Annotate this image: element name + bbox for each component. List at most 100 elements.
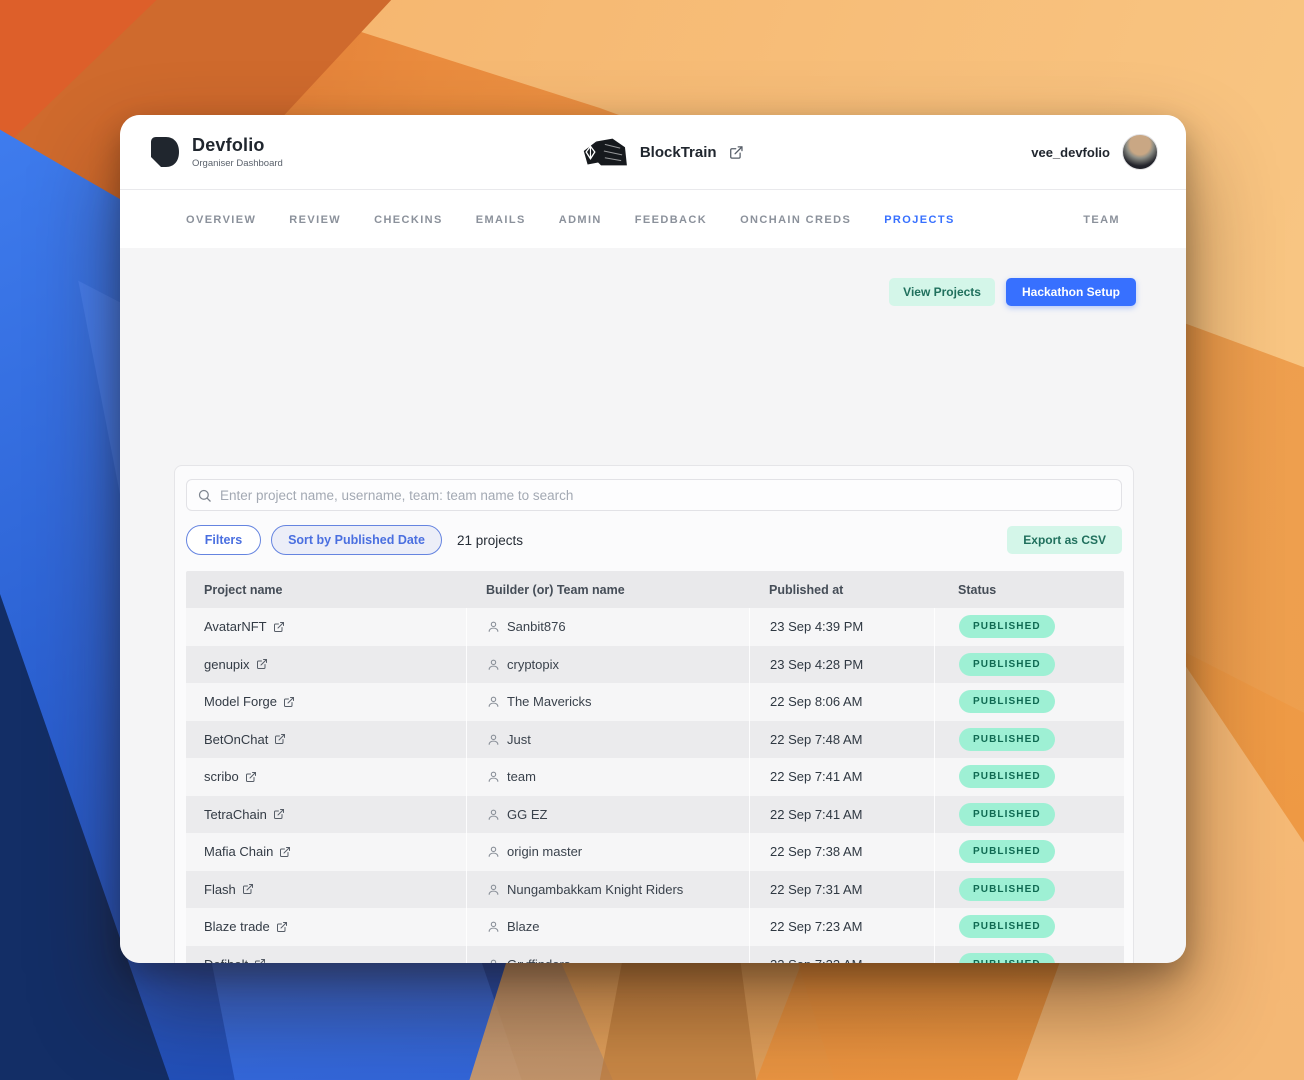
hackathon-logo-icon xyxy=(582,136,628,168)
tab-review[interactable]: REVIEW xyxy=(289,214,341,226)
projects-panel: Filters Sort by Published Date 21 projec… xyxy=(174,465,1134,963)
external-link-icon[interactable] xyxy=(279,846,291,858)
col-header-project: Project name xyxy=(204,582,283,597)
external-link-icon[interactable] xyxy=(242,883,254,895)
export-csv-button[interactable]: Export as CSV xyxy=(1007,526,1122,554)
project-name-link[interactable]: AvatarNFT xyxy=(204,619,267,634)
table-row[interactable]: genupix cryptopix 23 Sep 4:28 PM PUBLISH… xyxy=(186,645,1124,683)
status-badge: PUBLISHED xyxy=(959,615,1055,639)
page-actions: View Projects Hackathon Setup xyxy=(889,278,1136,306)
tab-onchain-creds[interactable]: ONCHAIN CREDS xyxy=(740,214,851,226)
filters-button[interactable]: Filters xyxy=(186,525,261,555)
user-menu[interactable]: vee_devfolio xyxy=(1031,134,1158,170)
project-name-link[interactable]: Mafia Chain xyxy=(204,844,273,859)
published-at: 22 Sep 7:38 AM xyxy=(770,844,863,860)
app-window: Devfolio Organiser Dashboard BlockTrain … xyxy=(120,115,1186,963)
table-row[interactable]: AvatarNFT Sanbit876 23 Sep 4:39 PM PUBLI… xyxy=(186,608,1124,646)
external-link-icon[interactable] xyxy=(254,958,266,963)
published-at: 22 Sep 7:41 AM xyxy=(770,769,863,785)
external-link-icon[interactable] xyxy=(283,696,295,708)
project-name-link[interactable]: Defibolt xyxy=(204,957,248,963)
status-badge: PUBLISHED xyxy=(959,952,1055,963)
table-row[interactable]: Mafia Chain origin master 22 Sep 7:38 AM… xyxy=(186,833,1124,871)
builder-name: The Mavericks xyxy=(507,694,592,710)
status-badge: PUBLISHED xyxy=(959,877,1055,901)
person-icon xyxy=(487,883,500,896)
person-icon xyxy=(487,733,500,746)
person-icon xyxy=(487,658,500,671)
col-header-builder: Builder (or) Team name xyxy=(486,582,625,597)
published-at: 23 Sep 4:39 PM xyxy=(770,619,864,635)
person-icon xyxy=(487,620,500,633)
published-at: 23 Sep 4:28 PM xyxy=(770,656,864,672)
table-row[interactable]: TetraChain GG EZ 22 Sep 7:41 AM PUBLISHE… xyxy=(186,795,1124,833)
col-header-published: Published at xyxy=(769,582,844,597)
external-link-icon[interactable] xyxy=(256,658,268,670)
table-row[interactable]: scribo team 22 Sep 7:41 AM PUBLISHED xyxy=(186,758,1124,796)
published-at: 22 Sep 7:48 AM xyxy=(770,731,863,747)
tab-projects[interactable]: PROJECTS xyxy=(884,214,955,226)
published-at: 22 Sep 7:23 AM xyxy=(770,957,863,963)
builder-name: origin master xyxy=(507,844,583,860)
tab-feedback[interactable]: FEEDBACK xyxy=(635,214,707,226)
filters-row: Filters Sort by Published Date 21 projec… xyxy=(186,525,1122,555)
project-name-link[interactable]: Blaze trade xyxy=(204,919,270,934)
project-name-link[interactable]: BetOnChat xyxy=(204,732,268,747)
external-link-icon[interactable] xyxy=(274,733,286,745)
search-input[interactable] xyxy=(220,487,1111,503)
hackathon-external-link-icon[interactable] xyxy=(729,145,744,160)
avatar[interactable] xyxy=(1122,134,1158,170)
status-badge: PUBLISHED xyxy=(959,840,1055,864)
project-name-link[interactable]: Flash xyxy=(204,882,236,897)
tab-checkins[interactable]: CHECKINS xyxy=(374,214,443,226)
builder-name: Blaze xyxy=(507,919,540,935)
sort-button[interactable]: Sort by Published Date xyxy=(271,525,442,555)
username: vee_devfolio xyxy=(1031,144,1110,160)
builder-name: Nungambakkam Knight Riders xyxy=(507,881,684,897)
external-link-icon[interactable] xyxy=(273,808,285,820)
person-icon xyxy=(487,845,500,858)
table-row[interactable]: Model Forge The Mavericks 22 Sep 8:06 AM… xyxy=(186,683,1124,721)
table-body: AvatarNFT Sanbit876 23 Sep 4:39 PM PUBLI… xyxy=(186,608,1124,963)
tab-team[interactable]: TEAM xyxy=(1083,214,1120,226)
tab-emails[interactable]: EMAILS xyxy=(476,214,526,226)
project-name-link[interactable]: scribo xyxy=(204,769,239,784)
person-icon xyxy=(487,958,500,963)
project-name-link[interactable]: TetraChain xyxy=(204,807,267,822)
external-link-icon[interactable] xyxy=(245,771,257,783)
table-header-row: Project name Builder (or) Team name Publ… xyxy=(186,571,1124,608)
table-row[interactable]: BetOnChat Just 22 Sep 7:48 AM PUBLISHED xyxy=(186,720,1124,758)
person-icon xyxy=(487,770,500,783)
tab-overview[interactable]: OVERVIEW xyxy=(186,214,256,226)
search-icon xyxy=(197,488,212,503)
published-at: 22 Sep 7:41 AM xyxy=(770,806,863,822)
builder-name: cryptopix xyxy=(507,656,560,672)
view-projects-button[interactable]: View Projects xyxy=(889,278,995,306)
status-badge: PUBLISHED xyxy=(959,690,1055,714)
nav-bar: OVERVIEW REVIEW CHECKINS EMAILS ADMIN FE… xyxy=(120,191,1186,248)
content-area: View Projects Hackathon Setup Filters So… xyxy=(120,248,1186,963)
project-name-link[interactable]: genupix xyxy=(204,657,250,672)
table-row[interactable]: Flash Nungambakkam Knight Riders 22 Sep … xyxy=(186,870,1124,908)
published-at: 22 Sep 7:31 AM xyxy=(770,881,863,897)
status-badge: PUBLISHED xyxy=(959,915,1055,939)
brand-title: Devfolio xyxy=(192,135,265,155)
brand-subtitle: Organiser Dashboard xyxy=(192,158,283,169)
builder-name: Sanbit876 xyxy=(507,619,566,635)
project-name-link[interactable]: Model Forge xyxy=(204,694,277,709)
devfolio-logo-icon xyxy=(148,135,182,169)
status-badge: PUBLISHED xyxy=(959,652,1055,676)
tab-admin[interactable]: ADMIN xyxy=(559,214,602,226)
builder-name: Just xyxy=(507,731,531,747)
search-bar[interactable] xyxy=(186,479,1122,511)
person-icon xyxy=(487,920,500,933)
table-row[interactable]: Blaze trade Blaze 22 Sep 7:23 AM PUBLISH… xyxy=(186,908,1124,946)
external-link-icon[interactable] xyxy=(276,921,288,933)
col-header-status: Status xyxy=(958,582,997,597)
hackathon-setup-button[interactable]: Hackathon Setup xyxy=(1005,278,1136,306)
table-row[interactable]: Defibolt Gryffindors 22 Sep 7:23 AM PUBL… xyxy=(186,945,1124,963)
status-badge: PUBLISHED xyxy=(959,802,1055,826)
devfolio-brand[interactable]: Devfolio Organiser Dashboard xyxy=(148,135,283,169)
builder-name: team xyxy=(507,769,536,785)
external-link-icon[interactable] xyxy=(273,621,285,633)
